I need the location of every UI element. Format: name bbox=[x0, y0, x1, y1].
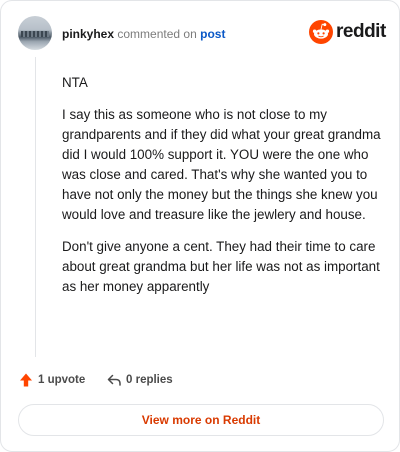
replies-button[interactable]: 0 replies bbox=[106, 371, 173, 389]
thread-line bbox=[35, 57, 36, 357]
comment-embed-card: pinkyhex commented on post reddit NTA I … bbox=[0, 0, 400, 452]
post-link[interactable]: post bbox=[200, 27, 225, 41]
upvote-button[interactable]: 1 upvote bbox=[18, 371, 85, 389]
comment-header: pinkyhex commented on post reddit bbox=[18, 16, 386, 52]
comment-paragraph: I say this as someone who is not close t… bbox=[62, 107, 381, 222]
reddit-logo[interactable]: reddit bbox=[309, 20, 386, 46]
replies-count: 0 replies bbox=[126, 374, 173, 386]
author-line: pinkyhex commented on post bbox=[62, 27, 225, 41]
reddit-snoo-icon bbox=[309, 20, 333, 44]
upvote-arrow-icon bbox=[20, 373, 32, 387]
avatar[interactable] bbox=[18, 16, 52, 50]
action-text: commented on bbox=[117, 27, 197, 41]
reddit-wordmark: reddit bbox=[336, 21, 386, 42]
author-name[interactable]: pinkyhex bbox=[62, 27, 114, 41]
comment-paragraph: NTA bbox=[62, 75, 88, 90]
reply-arrow-icon bbox=[107, 374, 121, 386]
comment-footer: 1 upvote 0 replies bbox=[18, 371, 318, 389]
upvote-count: 1 upvote bbox=[38, 374, 86, 386]
comment-paragraph: Don't give anyone a cent. They had their… bbox=[62, 239, 380, 294]
view-more-on-reddit-button[interactable]: View more on Reddit bbox=[18, 404, 384, 436]
comment-body: NTA I say this as someone who is not clo… bbox=[62, 73, 384, 309]
